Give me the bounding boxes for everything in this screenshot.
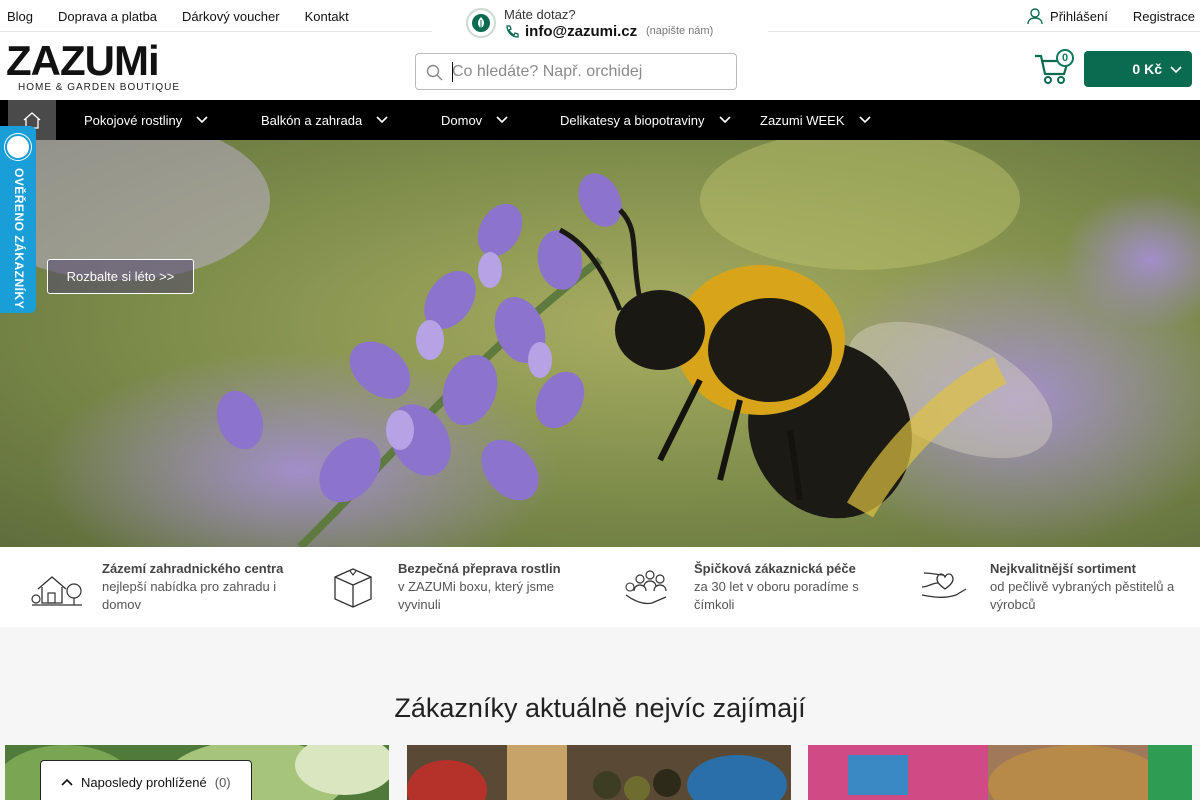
garden-house-icon [31,576,82,606]
chevron-up-icon [61,778,73,786]
cart-count-badge: 0 [1056,49,1074,67]
heart-hands-icon [921,572,967,598]
chevron-down-icon [196,116,208,124]
leaf-logo-icon [466,8,496,38]
chevron-down-icon [858,116,871,124]
benefit-title: Nejkvalitnější sortiment [990,561,1136,576]
nav-label: Pokojové rostliny [84,112,183,128]
gift-voucher-link[interactable]: Dárkový voucher [182,9,280,24]
search-box [415,53,737,90]
chevron-down-icon [376,116,388,124]
text-caret [452,62,453,82]
cart-button[interactable]: 0 Kč [1084,51,1192,87]
benefits-strip: Zázemí zahradnického centra nejlepší nab… [0,547,1200,627]
shipping-payment-link[interactable]: Doprava a platba [58,9,157,24]
contact-box: Máte dotaz? info@zazumi.cz (napište nám) [432,0,768,44]
nav-item-zazumi-week[interactable]: Zazumi WEEK [760,100,871,140]
hero-cta-button[interactable]: Rozbalte si léto >> [47,259,194,294]
benefit-desc: nejlepší nabídka pro zahradu i domov [102,579,277,612]
register-link[interactable]: Registrace [1133,9,1195,24]
nav-label: Balkón a zahrada [261,112,363,128]
nav-label: Zazumi WEEK [760,112,845,128]
contact-email[interactable]: info@zazumi.cz [525,23,637,40]
recently-viewed-label: Naposledy prohlížené [81,774,207,790]
search-icon[interactable] [426,64,443,81]
customer-care-icon [625,570,667,605]
nav-item-balkon-a-zahrada[interactable]: Balkón a zahrada [261,100,388,140]
search-input[interactable] [452,60,732,84]
nav-item-delikatesy[interactable]: Delikatesy a biopotraviny [560,100,731,140]
top-nav: Blog Doprava a platba Dárkový voucher Ko… [0,0,367,32]
chevron-down-icon [496,116,508,124]
logo-wordmark: ZAZUMi [6,37,160,84]
nav-item-domov[interactable]: Domov [441,100,508,140]
contact-note: (napište nám) [646,25,714,37]
bee-on-lavender-image [0,140,1200,547]
contact-question: Máte dotaz? [504,7,576,22]
benefit-title: Bezpečná přeprava rostlin [398,561,561,576]
recently-viewed-tab[interactable]: Naposledy prohlížené (0) [40,760,252,800]
main-nav: Pokojové rostliny Balkón a zahrada Domov… [0,100,1200,140]
cart-total: 0 Kč [1132,61,1162,77]
olives-image [407,745,791,800]
pet-food-image [808,745,1192,800]
contact-link[interactable]: Kontakt [305,9,349,24]
chevron-down-icon [1170,66,1182,74]
nav-label: Domov [441,112,483,128]
login-label: Přihlášení [1050,8,1108,24]
category-card-delicacies[interactable] [407,745,791,800]
benefit-desc: od pečlivě vybraných pěstitelů a výrobců [990,579,1175,612]
recently-viewed-count: (0) [214,774,231,790]
verified-badge-label: OVĚŘENO ZÁKAZNÍKY [12,168,26,310]
auth-links: Přihlášení Registrace [1026,0,1200,32]
benefit-title: Zázemí zahradnického centra [102,561,284,576]
box-icon [334,568,372,608]
benefit-title: Špičková zákaznická péče [694,561,856,576]
benefit-desc: v ZAZUMi boxu, který jsme vyvinuli [398,579,555,612]
nav-item-pokojove-rostliny[interactable]: Pokojové rostliny [84,100,208,140]
section-title: Zákazníky aktuálně nejvíc zajímají [394,693,806,723]
login-link[interactable]: Přihlášení [1026,7,1108,25]
site-logo[interactable]: ZAZUMi HOME & GARDEN BOUTIQUE [6,37,182,94]
chevron-down-icon [718,116,731,124]
benefit-desc: za 30 let v oboru poradíme s čímkoli [694,579,859,612]
logo-tagline: HOME & GARDEN BOUTIQUE [18,82,181,93]
phone-icon [506,25,519,38]
hero-banner[interactable]: Rozbalte si léto >> [0,140,1200,547]
blog-link[interactable]: Blog [7,9,33,24]
verified-seal-icon [5,134,31,160]
nav-label: Delikatesy a biopotraviny [560,112,705,128]
verified-by-customers-badge[interactable]: OVĚŘENO ZÁKAZNÍKY [0,126,36,313]
category-card-pets[interactable] [808,745,1192,800]
user-icon [1027,8,1043,25]
